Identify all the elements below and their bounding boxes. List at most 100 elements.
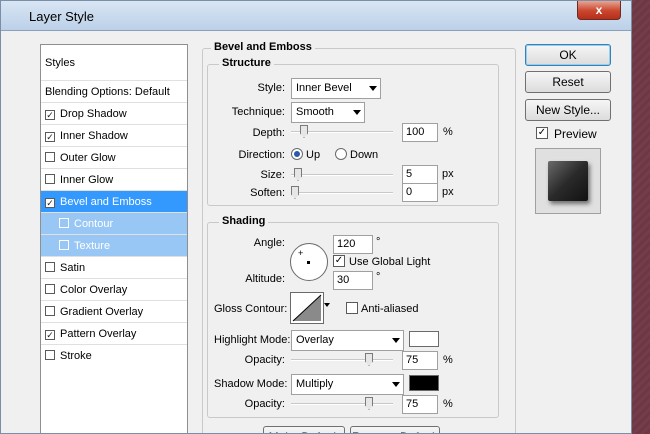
structure-title: Structure [219, 57, 274, 69]
preview-swatch [548, 161, 588, 201]
angle-label: Angle: [253, 237, 285, 249]
depth-slider[interactable] [291, 125, 393, 138]
opacity-label: Opacity: [244, 354, 285, 366]
style-item-satin[interactable]: Satin [41, 257, 187, 279]
size-label: Size: [260, 169, 285, 181]
depth-input[interactable]: 100 [402, 123, 438, 142]
style-preview-thumbnail [535, 148, 601, 214]
checkbox-unchecked[interactable] [59, 218, 69, 228]
dial-center-icon [307, 261, 310, 264]
depth-label: Depth: [252, 127, 285, 139]
checkbox-unchecked[interactable] [45, 174, 55, 184]
reset-button[interactable]: Reset [525, 71, 611, 93]
style-item-color-overlay[interactable]: Color Overlay [41, 279, 187, 301]
dialog-client: Styles Blending Options: Default ✓ Drop S… [8, 32, 626, 433]
dial-crosshair-icon: + [298, 248, 304, 258]
styles-list-header[interactable]: Styles [41, 45, 187, 81]
checkbox-unchecked[interactable] [45, 284, 55, 294]
close-button[interactable]: x [577, 1, 621, 20]
style-item-texture[interactable]: Texture [41, 235, 187, 257]
new-style-button[interactable]: New Style... [525, 99, 611, 121]
style-item-inner-shadow[interactable]: ✓ Inner Shadow [41, 125, 187, 147]
slider-thumb[interactable] [365, 397, 373, 410]
preview-checkbox[interactable]: ✓ [536, 127, 548, 139]
depth-unit: % [443, 126, 453, 138]
highlight-color-swatch[interactable] [409, 331, 439, 347]
ok-button[interactable]: OK [525, 44, 611, 66]
slider-thumb[interactable] [291, 186, 299, 199]
direction-up-radio[interactable] [291, 148, 303, 160]
make-default-button[interactable]: Make Default [263, 426, 345, 433]
slider-thumb[interactable] [294, 168, 302, 181]
size-slider[interactable] [291, 168, 393, 181]
gloss-contour-picker[interactable] [290, 292, 324, 324]
size-input[interactable]: 5 [402, 165, 438, 184]
gloss-contour-label: Gloss Contour: [214, 303, 288, 315]
highlight-opacity-input[interactable]: 75 [402, 351, 438, 370]
technique-select[interactable]: Smooth [291, 102, 365, 123]
checkbox-unchecked[interactable] [45, 306, 55, 316]
angle-dial[interactable]: + [290, 243, 328, 281]
slider-thumb[interactable] [300, 125, 308, 138]
style-item-inner-glow[interactable]: Inner Glow [41, 169, 187, 191]
soften-unit: px [442, 186, 454, 198]
highlight-mode-select[interactable]: Overlay [291, 330, 404, 351]
size-unit: px [442, 168, 454, 180]
chevron-down-icon [369, 86, 377, 91]
style-item-pattern-overlay[interactable]: ✓ Pattern Overlay [41, 323, 187, 345]
checkbox-unchecked[interactable] [45, 350, 55, 360]
soften-input[interactable]: 0 [402, 183, 438, 202]
shading-title: Shading [219, 215, 269, 227]
direction-down-radio[interactable] [335, 148, 347, 160]
style-item-outer-glow[interactable]: Outer Glow [41, 147, 187, 169]
checkbox-unchecked[interactable] [59, 240, 69, 250]
direction-label: Direction: [238, 149, 285, 161]
styles-list: Styles Blending Options: Default ✓ Drop S… [40, 44, 188, 433]
chevron-down-icon [392, 382, 400, 387]
use-global-light-checkbox[interactable]: ✓ [333, 255, 345, 267]
style-select[interactable]: Inner Bevel [291, 78, 381, 99]
shadow-color-swatch[interactable] [409, 375, 439, 391]
angle-unit: ° [376, 236, 381, 248]
style-item-drop-shadow[interactable]: ✓ Drop Shadow [41, 103, 187, 125]
altitude-label: Altitude: [245, 273, 285, 285]
bevel-emboss-title: Bevel and Emboss [211, 41, 315, 53]
style-item-bevel-emboss[interactable]: ✓ Bevel and Emboss [41, 191, 187, 213]
soften-slider[interactable] [291, 186, 393, 199]
style-item-contour[interactable]: Contour [41, 213, 187, 235]
checkbox-checked[interactable]: ✓ [45, 132, 55, 142]
style-item-gradient-overlay[interactable]: Gradient Overlay [41, 301, 187, 323]
opacity-unit: % [443, 398, 453, 410]
highlight-opacity-slider[interactable] [291, 353, 393, 366]
slider-thumb[interactable] [365, 353, 373, 366]
use-global-light-label: Use Global Light [349, 256, 431, 268]
chevron-down-icon [392, 338, 400, 343]
shadow-mode-select[interactable]: Multiply [291, 374, 404, 395]
checkbox-checked[interactable]: ✓ [45, 330, 55, 340]
shadow-opacity-slider[interactable] [291, 397, 393, 410]
layer-style-dialog: Layer Style x Styles Blending Options: D… [0, 0, 632, 434]
title-bar[interactable]: Layer Style x [1, 1, 631, 31]
direction-down-label: Down [350, 149, 379, 161]
checkbox-checked[interactable]: ✓ [45, 198, 55, 208]
reset-default-button[interactable]: Reset to Default [350, 426, 440, 433]
altitude-unit: ° [376, 271, 381, 283]
technique-label: Technique: [231, 106, 285, 118]
close-icon: x [595, 3, 603, 17]
blending-options-item[interactable]: Blending Options: Default [41, 81, 187, 103]
checkbox-unchecked[interactable] [45, 152, 55, 162]
anti-aliased-checkbox[interactable] [346, 302, 358, 314]
checkbox-checked[interactable]: ✓ [45, 110, 55, 120]
altitude-input[interactable]: 30 [333, 271, 373, 290]
style-label: Style: [257, 82, 285, 94]
style-item-stroke[interactable]: Stroke [41, 345, 187, 367]
shadow-opacity-input[interactable]: 75 [402, 395, 438, 414]
highlight-mode-label: Highlight Mode: [214, 334, 291, 346]
checkbox-unchecked[interactable] [45, 262, 55, 272]
contour-curve-icon [292, 294, 322, 322]
chevron-down-icon[interactable] [324, 303, 330, 307]
direction-up-label: Up [306, 149, 321, 161]
anti-aliased-label: Anti-aliased [361, 303, 419, 315]
preview-label: Preview [554, 127, 597, 141]
angle-input[interactable]: 120 [333, 235, 373, 254]
